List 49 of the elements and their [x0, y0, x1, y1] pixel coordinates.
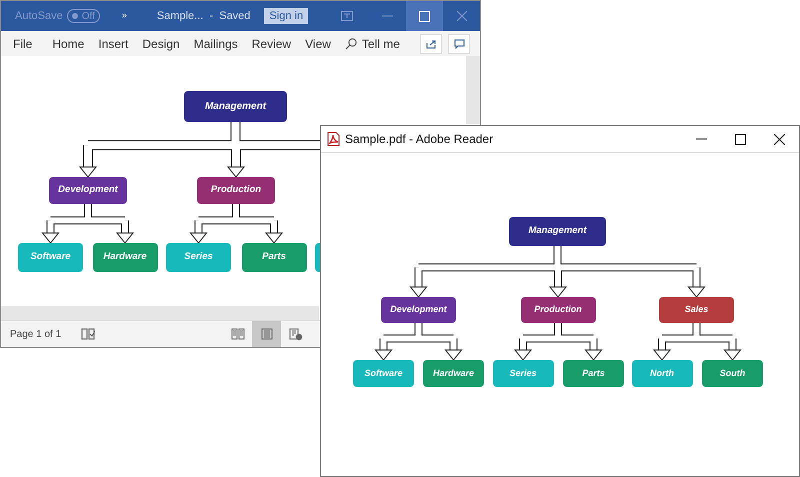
ribbon-tab[interactable]: File	[13, 34, 32, 52]
node-box: Software	[353, 360, 414, 387]
more-commands-button[interactable]: »	[122, 9, 127, 23]
window-title: Sample.pdf - Adobe Reader	[345, 131, 494, 148]
ribbon-tab[interactable]: Insert	[98, 34, 128, 52]
node-box: Series	[166, 243, 231, 272]
maximize-icon[interactable]	[735, 134, 746, 144]
document-title: Sample... - Saved	[156, 8, 250, 24]
node-box: Series	[492, 360, 554, 387]
node-box: South	[702, 360, 763, 387]
node-box: Management	[509, 217, 606, 246]
node-box: Development	[381, 297, 456, 323]
close-icon[interactable]	[774, 134, 785, 144]
web-layout-icon	[288, 328, 303, 340]
search-icon[interactable]	[344, 38, 357, 50]
maximize-button[interactable]	[406, 1, 443, 31]
node-box: Development	[49, 177, 127, 204]
node-box: Software	[18, 243, 83, 272]
minimize-icon[interactable]	[696, 138, 707, 140]
share-button[interactable]	[420, 34, 442, 54]
ribbon-tab[interactable]: View	[305, 34, 331, 52]
node-box: Hardware	[92, 243, 158, 272]
sign-in-button[interactable]: Sign in	[264, 8, 308, 24]
ribbon-tab[interactable]: Mailings	[194, 34, 238, 52]
ribbon-display-icon[interactable]	[341, 11, 353, 21]
maximize-icon	[419, 10, 430, 22]
node-box: Management	[184, 91, 287, 122]
node-box: Sales	[659, 297, 734, 323]
node-box: Production	[520, 297, 596, 323]
ribbon-tab[interactable]: Design	[142, 34, 180, 52]
node-box: Hardware	[423, 360, 484, 387]
tell-me-label[interactable]: Tell me	[362, 34, 400, 52]
comments-button[interactable]	[448, 34, 470, 54]
vertical-scrollbar	[466, 56, 480, 124]
autosave-label: AutoSave	[15, 8, 63, 24]
node-box: Parts	[563, 360, 624, 387]
ribbon-tab[interactable]: Home	[52, 34, 84, 52]
node-box: Production	[197, 177, 275, 204]
ribbon-tab[interactable]: Review	[252, 34, 292, 52]
node-box: Parts	[242, 243, 306, 272]
node-box: North	[632, 360, 692, 387]
view-button[interactable]	[252, 321, 282, 347]
share-icon	[426, 38, 436, 48]
page-count[interactable]: Page 1 of 1	[10, 326, 62, 342]
read-mode-icon	[230, 328, 245, 340]
pdf-file-icon	[327, 132, 340, 146]
print-layout-icon	[260, 328, 273, 340]
comment-icon	[454, 38, 464, 48]
proofing-icon[interactable]	[81, 328, 96, 340]
